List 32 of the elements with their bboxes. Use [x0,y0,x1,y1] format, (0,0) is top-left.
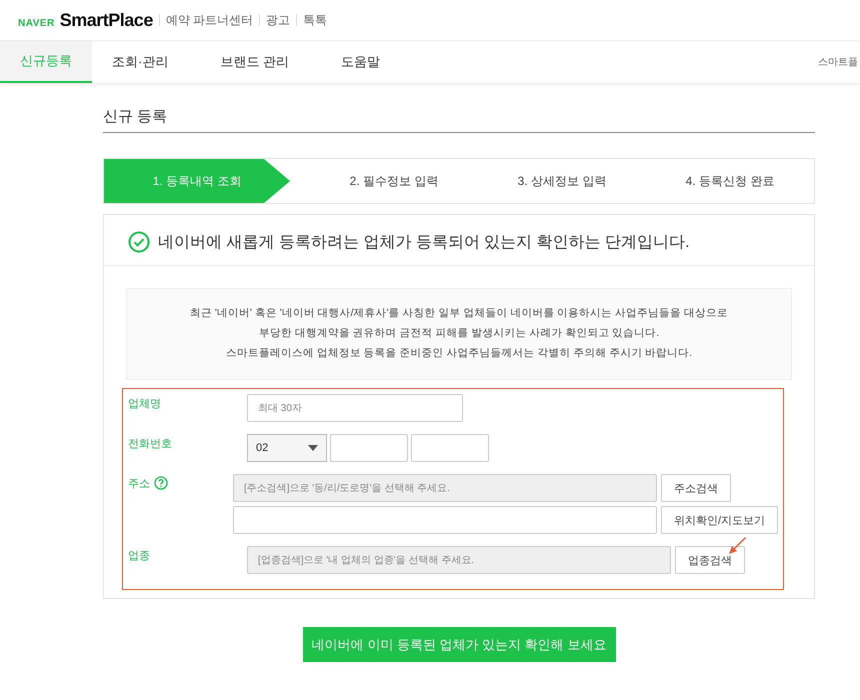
area-code-select[interactable]: 02 [247,434,327,462]
step-item: 4. 등록신청 완료 [684,172,776,190]
nav-tab[interactable]: 조회·관리 [92,41,188,83]
caret-icon [308,445,318,451]
field-label: 주소 [128,477,150,491]
nav-link[interactable]: 스마트플 [818,55,860,69]
step-item: 2. 필수정보 입력 [348,172,440,190]
notice-text: 최근 '네이버' 혹은 '네이버 대행사/제휴사'를 사칭한 일부 업체들이 네이버를 이용하시는 사업주님들을 대상으로 [188,306,730,321]
field-label: 업체명 [128,397,161,411]
search-button[interactable]: 위치확인/지도보기 [660,506,778,534]
search-button[interactable]: 업종검색 [675,546,745,574]
page-title: 신규 등록 [103,83,815,133]
input-field[interactable] [330,434,408,462]
step-item: 3. 상세정보 입력 [516,172,608,190]
field-label: 업종 [128,549,150,563]
nav-tab[interactable]: 브랜드 관리 [200,41,309,83]
search-button[interactable]: 주소검색 [660,474,731,502]
header-link[interactable]: 광고 [266,12,290,28]
input-field[interactable] [232,506,657,534]
field-label: 전화번호 [128,437,172,451]
check-circle-icon [128,231,150,253]
input-field[interactable]: 최대 30자 [247,394,463,422]
help-icon[interactable] [154,476,168,490]
product-logo-text[interactable]: SmartPlace [60,10,153,30]
nav-tab[interactable]: 도움말 [320,41,400,83]
pointer-arrow-icon [727,535,747,555]
notice-text: 부당한 대행계약을 권유하며 금전적 피해를 발생시키는 사례가 확인되고 있습니다. [258,326,660,341]
header-link[interactable]: 예약 파트너센터 [166,12,254,28]
header-link[interactable]: 톡톡 [303,12,328,28]
input-field[interactable] [411,434,489,462]
intro-text: 네이버에 새롭게 등록하려는 업체가 등록되어 있는지 확인하는 단계입니다. [158,232,690,252]
notice-text: 스마트플레이스에 업체정보 등록을 준비중인 사업주님들께서는 각별히 주의해 주시기 바랍니다. [224,346,694,361]
